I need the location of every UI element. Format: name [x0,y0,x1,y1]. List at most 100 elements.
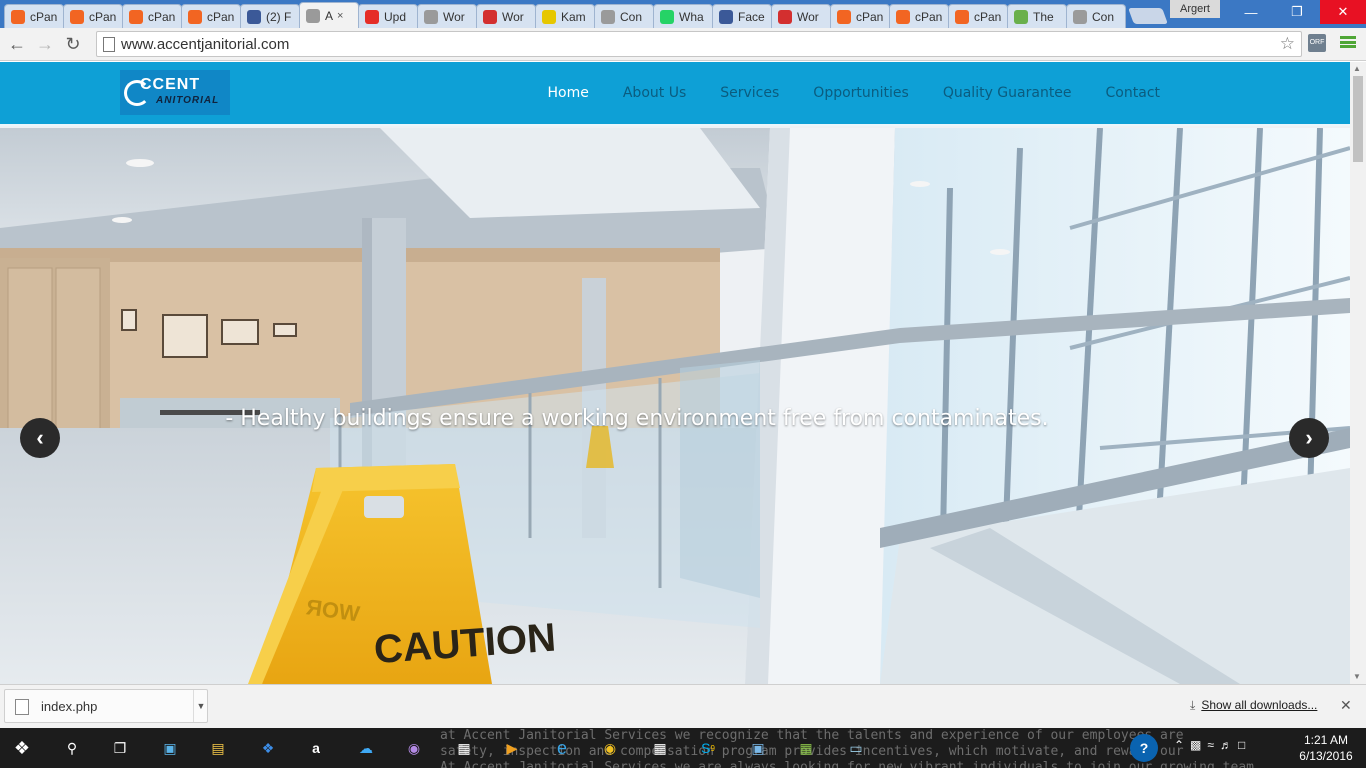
file-icon [15,699,29,715]
browser-tab[interactable]: cPan [122,4,182,28]
tab-title: Wor [502,9,524,24]
browser-tab[interactable]: Wor [476,4,536,28]
browser-tab[interactable]: A × [299,2,359,28]
tab-title: The [1033,9,1054,24]
tab-title: cPan [207,9,235,24]
browser-tab[interactable]: cPan [63,4,123,28]
download-shelf: index.php ▼ ⤓ Show all downloads... ✕ [0,684,1366,728]
browser-tab[interactable]: cPan [181,4,241,28]
page-icon [1073,9,1087,24]
page-scrollbar[interactable]: ▲ ▼ [1350,62,1366,684]
carousel-next-icon[interactable]: › [1289,418,1329,458]
browser-tab[interactable]: Wor [417,4,477,28]
page-viewport: CCENT ANITORIAL Home About Us Services Oppo… [0,62,1350,684]
nav-link-services[interactable]: Services [720,85,779,101]
facebook-icon [247,9,261,24]
address-bar[interactable]: ☆ [96,31,1302,57]
chrome-icon[interactable]: ◉ [596,734,624,762]
leaf-icon [1014,9,1028,24]
page-icon [424,9,438,24]
search-icon[interactable]: ⚲ [58,734,86,762]
browser-tab[interactable]: cPan [830,4,890,28]
tab-title: (2) F [266,9,292,24]
chrome-menu-icon[interactable] [1340,34,1356,50]
show-all-downloads-link[interactable]: ⤓ Show all downloads... [1190,698,1317,713]
nav-link-opportunities[interactable]: Opportunities [813,85,909,101]
browser-tab[interactable]: (2) F [240,4,300,28]
download-item[interactable]: index.php ▼ [4,689,208,723]
reload-icon[interactable]: ↻ [60,32,86,56]
maximize-icon[interactable]: ❐ [1274,0,1320,24]
close-tab-icon[interactable]: × [337,10,343,22]
download-icon: ⤓ [1190,698,1196,712]
video-editor-icon[interactable]: ▦ [450,734,478,762]
browser-tab[interactable]: Upd [358,4,418,28]
back-arrow-icon[interactable]: ← [4,32,30,56]
file-explorer-icon[interactable]: ▤ [204,734,232,762]
amazon-icon[interactable]: a [302,734,330,762]
page-icon [306,8,320,23]
chevron-down-icon[interactable]: ▼ [193,690,208,722]
internet-explorer-icon[interactable]: e [548,734,576,762]
url-input[interactable] [121,34,1271,54]
close-shelf-icon[interactable]: ✕ [1340,697,1352,714]
logo-word-accent: CCENT [140,76,201,93]
minimize-icon[interactable]: — [1228,0,1274,24]
clock-time: 1:21 AM [1303,733,1349,747]
browser-tab[interactable]: Wha [653,4,713,28]
whatsapp-icon [660,9,674,24]
video-player-icon[interactable]: ▶ [498,734,526,762]
nav-link-quality-guarantee[interactable]: Quality Guarantee [943,85,1072,101]
logo-word-janitorial: ANITORIAL [156,95,220,106]
tab-title: cPan [915,9,943,24]
spreadsheet-icon[interactable]: ▦ [792,734,820,762]
browser-tab[interactable]: cPan [948,4,1008,28]
browser-tab[interactable]: Kam [535,4,595,28]
profile-button[interactable]: Argert [1170,0,1220,18]
carousel-caption: - Healthy buildings ensure a working env… [225,406,1049,431]
nav-link-about-us[interactable]: About Us [623,85,686,101]
site-logo[interactable]: CCENT ANITORIAL [120,70,230,115]
app-icon[interactable]: ▣ [744,734,772,762]
tab-title: Con [620,9,643,24]
browser-tab[interactable]: Con [1066,4,1126,28]
cpanel-icon [896,9,910,24]
carousel-prev-icon[interactable]: ‹ [20,418,60,458]
tab-title: Wor [797,9,819,24]
browser-tab[interactable]: Con [594,4,654,28]
notes-icon[interactable]: ▭ [842,734,870,762]
dropbox-icon[interactable]: ❖ [254,734,282,762]
media-player-icon[interactable]: ◉ [400,734,428,762]
store-icon[interactable]: ▣ [156,734,184,762]
system-tray[interactable]: ⌃ ▩ ≈ ♬ □ [1174,738,1245,752]
cpanel-icon [129,9,143,24]
forward-arrow-icon[interactable]: → [32,32,58,56]
close-window-icon[interactable]: ✕ [1320,0,1366,24]
onedrive-icon[interactable]: ☁ [352,734,380,762]
scroll-down-icon[interactable]: ▼ [1353,672,1361,681]
bookmark-star-icon[interactable]: ☆ [1280,34,1295,54]
page-icon [601,9,615,24]
new-tab-button[interactable] [1128,8,1168,24]
nav-link-home[interactable]: Home [548,85,589,101]
browser-tab[interactable]: Wor [771,4,831,28]
tab-title: Upd [384,9,407,24]
extension-icon[interactable]: ORF [1308,34,1326,52]
download-filename: index.php [41,699,98,714]
clock[interactable]: 1:21 AM 6/13/2016 [1296,732,1356,764]
task-view-icon[interactable]: ❐ [106,734,134,762]
calculator-icon[interactable]: ▦ [646,734,674,762]
browser-tab[interactable]: cPan [4,4,64,28]
site-header: CCENT ANITORIAL Home About Us Services Oppo… [0,62,1350,126]
browser-tab[interactable]: Face [712,4,772,28]
nav-link-contact[interactable]: Contact [1106,85,1160,101]
bookmark-icon [483,9,497,24]
browser-tab[interactable]: cPan [889,4,949,28]
scroll-up-icon[interactable]: ▲ [1353,64,1361,73]
skype-icon[interactable]: S9 [694,734,722,762]
cpanel-icon [11,9,25,24]
browser-tab[interactable]: The [1007,4,1067,28]
scroll-thumb[interactable] [1353,76,1363,162]
windows-start-icon[interactable]: ❖ [8,734,36,762]
help-icon[interactable]: ? [1130,734,1158,762]
